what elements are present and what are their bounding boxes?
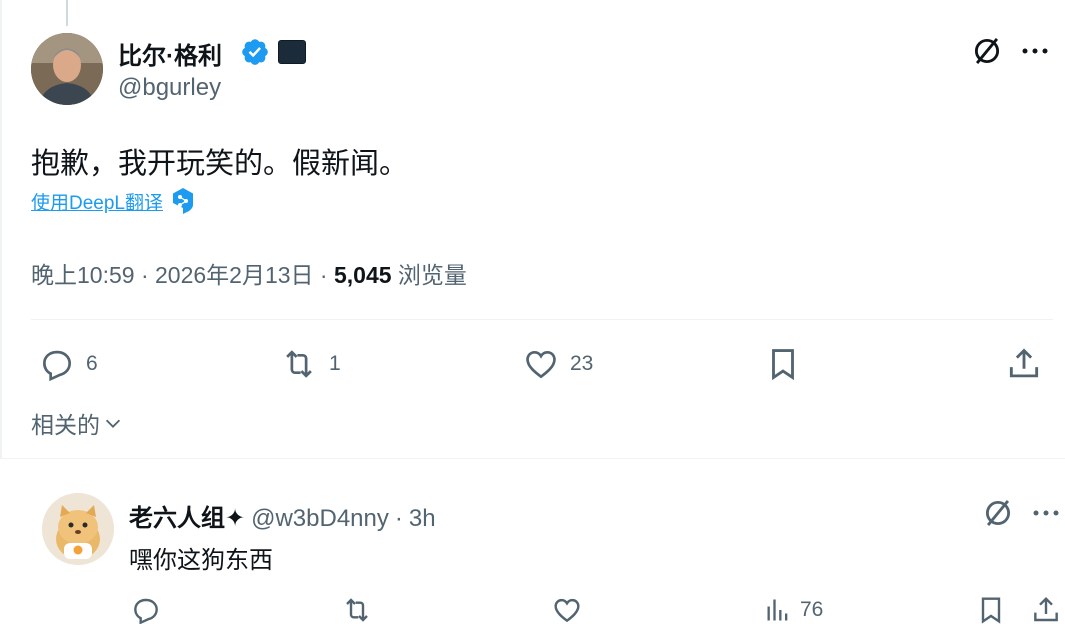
share-icon[interactable] <box>1005 345 1043 383</box>
reply-separator: · <box>394 505 403 532</box>
reply-avatar[interactable] <box>42 493 114 565</box>
tweet-meta: 晚上10:59 · 2026年2月13日 · 5,045 浏览量 <box>31 256 467 290</box>
reply-button[interactable]: 6 <box>38 345 98 383</box>
reply-author-handle[interactable]: @w3bD4nny <box>251 505 389 533</box>
share-icon[interactable] <box>1030 594 1062 624</box>
like-button[interactable]: 23 <box>522 345 593 383</box>
timestamp[interactable]: 晚上10:59 · 2026年2月13日 · <box>31 262 334 288</box>
left-border <box>0 0 2 458</box>
bookmark-icon[interactable] <box>764 345 802 383</box>
author-avatar[interactable] <box>31 33 103 105</box>
retweet-icon[interactable] <box>340 594 374 624</box>
reply-author-name[interactable]: 老六人组✦ <box>129 498 245 533</box>
author-name[interactable]: 比尔·格利 <box>118 36 222 71</box>
deepl-icon[interactable] <box>171 187 195 215</box>
like-icon <box>522 345 560 383</box>
reply-icon <box>38 345 76 383</box>
affiliate-badge[interactable] <box>278 40 306 64</box>
verified-icon <box>240 37 270 67</box>
translate-link[interactable]: 使用DeepL翻译 <box>31 188 163 215</box>
no-sign-icon[interactable] <box>970 34 1004 68</box>
reply-header: 老六人组✦ @w3bD4nny · 3h <box>129 498 436 533</box>
divider <box>31 319 1053 320</box>
views-count: 5,045 <box>333 262 392 288</box>
chevron-down-icon <box>102 412 124 434</box>
reply-text: 嘿你这狗东西 <box>129 547 273 574</box>
thread-line <box>66 0 68 26</box>
related-label: 相关的 <box>31 412 100 438</box>
reply-count: 6 <box>86 352 98 375</box>
author-handle[interactable]: @bgurley <box>118 74 221 102</box>
retweet-icon <box>279 345 319 383</box>
like-icon[interactable] <box>551 594 583 624</box>
related-toggle[interactable]: 相关的 <box>31 406 124 440</box>
bookmark-icon[interactable] <box>975 594 1007 624</box>
section-separator <box>0 458 1065 472</box>
views-button[interactable]: 76 <box>764 596 823 624</box>
reply-time[interactable]: 3h <box>409 505 436 533</box>
tweet-text: 抱歉，我开玩笑的。假新闻。 <box>31 148 409 180</box>
retweet-button[interactable]: 1 <box>279 345 341 383</box>
more-icon[interactable] <box>1031 500 1061 526</box>
more-icon[interactable] <box>1020 38 1050 64</box>
retweet-count: 1 <box>329 352 341 375</box>
views-label: 浏览量 <box>391 262 467 288</box>
like-count: 23 <box>570 352 594 375</box>
views-icon <box>764 596 792 624</box>
no-sign-icon[interactable] <box>981 496 1015 530</box>
reply-icon[interactable] <box>130 594 162 624</box>
reply-views-count: 76 <box>800 598 824 621</box>
